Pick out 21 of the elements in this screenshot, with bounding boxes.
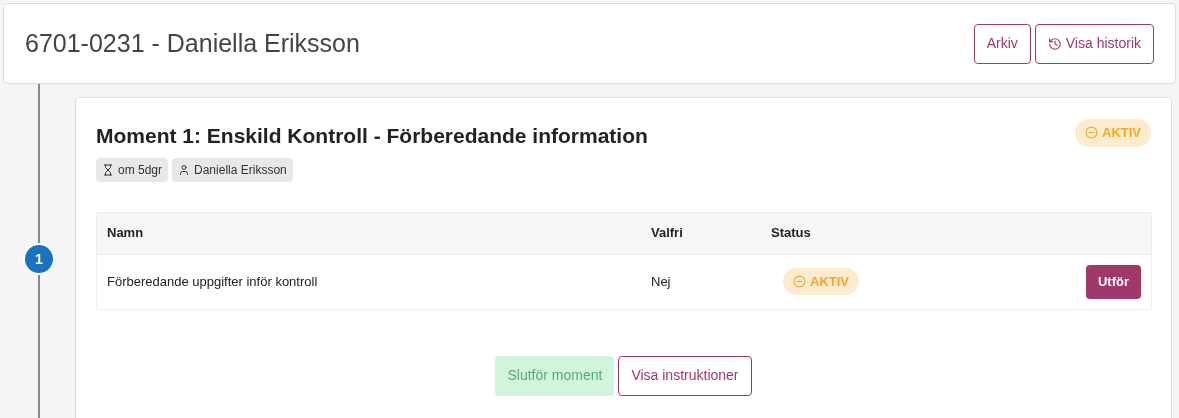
hourglass-icon xyxy=(102,163,114,176)
status-badge: AKTIV xyxy=(783,267,859,296)
run-button[interactable]: Utför xyxy=(1085,264,1141,299)
page-title: 6701-0231 - Daniella Eriksson xyxy=(25,27,360,59)
tag: om 5dgr xyxy=(96,157,169,182)
person-icon xyxy=(178,163,191,176)
status-badge: AKTIV xyxy=(1075,119,1151,147)
column-header: Valfri xyxy=(651,224,684,243)
column-header: Namn xyxy=(106,224,145,243)
step-title: Moment 1: Enskild Kontroll - Förberedande information xyxy=(96,123,648,149)
step-number: 1 xyxy=(23,243,55,275)
history-icon xyxy=(1047,36,1062,51)
history-button[interactable]: Visa historik xyxy=(1034,23,1154,64)
instructions-button[interactable]: Visa instruktioner xyxy=(618,355,752,396)
minus-circle-icon xyxy=(793,275,806,288)
tag: Daniella Eriksson xyxy=(172,157,293,182)
archive-button[interactable]: Arkiv xyxy=(973,23,1031,64)
table-cell-text: Nej xyxy=(651,272,672,291)
table-cell-text: Förberedande uppgifter inför kontroll xyxy=(106,272,319,291)
column-header: Status xyxy=(771,224,811,243)
minus-circle-icon xyxy=(1085,126,1098,140)
